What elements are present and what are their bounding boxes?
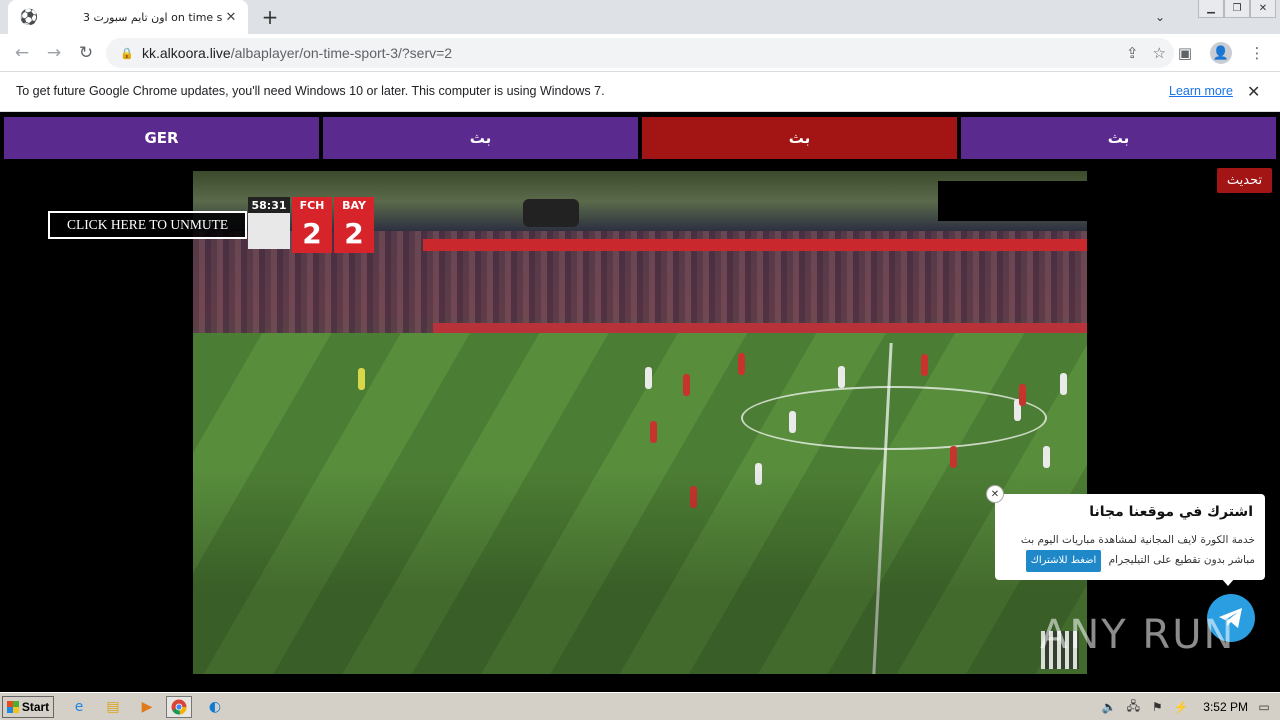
server-button-ger[interactable]: GER <box>4 117 319 159</box>
learn-more-link[interactable]: Learn more <box>1169 84 1233 98</box>
show-desktop-icon[interactable]: ▭ <box>1256 699 1272 715</box>
player <box>683 374 690 396</box>
kebab-menu-icon[interactable]: ⋮ <box>1246 42 1268 64</box>
away-team-abbr: BAY <box>342 198 366 212</box>
player <box>645 367 652 389</box>
player <box>738 353 745 375</box>
server-button-2-active[interactable]: بث <box>642 117 957 159</box>
profile-avatar-icon[interactable]: 👤 <box>1210 42 1232 64</box>
browser-tab[interactable]: ⚽ اون تايم سبورت 3 on time sport ✕ <box>8 0 248 34</box>
player <box>1060 373 1067 395</box>
home-team-score: FCH 2 <box>292 197 332 253</box>
subscribe-popup: ✕ اشترك في موقعنا مجانا خدمة الكورة لايف… <box>986 485 1265 586</box>
tab-title: اون تايم سبورت 3 on time sport <box>83 10 222 24</box>
home-goals: 2 <box>302 216 322 250</box>
anyrun-watermark: ANY RUN <box>1040 612 1235 658</box>
new-tab-button[interactable]: + <box>258 5 282 29</box>
video-player[interactable]: 58:31 FCH 2 BAY 2 <box>193 171 1087 674</box>
server-button-1[interactable]: بث <box>323 117 638 159</box>
page-content: GER بث بث بث تحديث 58:31 FCH 2 BAY 2 CLI… <box>0 112 1280 692</box>
subscribe-button[interactable]: اضغط للاشتراك <box>1025 550 1102 572</box>
url-text: kk.alkoora.live/albaplayer/on-time-sport… <box>142 45 453 61</box>
media-player-icon[interactable]: ▶ <box>134 696 160 718</box>
home-team-abbr: FCH <box>299 198 325 212</box>
away-goals: 2 <box>344 216 364 250</box>
power-icon[interactable]: ⚡ <box>1173 699 1189 715</box>
soccer-ball-icon: ⚽ <box>19 8 39 26</box>
forward-arrow-icon[interactable]: → <box>42 42 66 64</box>
share-icon[interactable]: ⇪ <box>1126 44 1139 62</box>
player <box>789 411 796 433</box>
stand-banner <box>423 239 1087 251</box>
minimize-icon[interactable]: ▁ <box>1198 0 1224 18</box>
scoreboard: 58:31 FCH 2 BAY 2 <box>248 197 374 253</box>
volume-icon[interactable]: 🔈 <box>1101 699 1117 715</box>
close-window-icon[interactable]: ✕ <box>1250 0 1276 18</box>
popup-close-icon[interactable]: ✕ <box>986 485 1004 503</box>
pitch-shadow <box>193 471 1087 674</box>
infobar-message: To get future Google Chrome updates, you… <box>16 84 605 98</box>
restore-icon[interactable]: ❐ <box>1224 0 1250 18</box>
action-center-flag-icon[interactable]: ⚑ <box>1149 699 1165 715</box>
match-time: 58:31 <box>248 197 290 213</box>
popup-title: اشترك في موقعنا مجانا <box>1089 504 1253 520</box>
network-icon[interactable]: 🖧 <box>1125 699 1141 715</box>
windows-logo-icon <box>6 701 19 713</box>
player <box>650 421 657 443</box>
player <box>1019 384 1026 406</box>
player <box>921 354 928 376</box>
tab-search-chevron-icon[interactable]: ⌄ <box>1150 8 1170 26</box>
back-arrow-icon[interactable]: ← <box>10 42 34 64</box>
away-team-score: BAY 2 <box>334 197 374 253</box>
browser-toolbar: ← → ↻ 🔒 kk.alkoora.live/albaplayer/on-ti… <box>0 34 1280 72</box>
infobar-close-icon[interactable]: ✕ <box>1247 82 1260 101</box>
side-panel-icon[interactable]: ▣ <box>1174 42 1196 64</box>
chrome-taskbar-icon[interactable] <box>166 696 192 718</box>
taskbar-clock[interactable]: 3:52 PM <box>1203 700 1248 714</box>
player <box>950 446 957 468</box>
player <box>838 366 845 388</box>
address-bar[interactable]: 🔒 kk.alkoora.live/albaplayer/on-time-spo… <box>106 38 1174 68</box>
lock-icon[interactable]: 🔒 <box>120 47 134 60</box>
player <box>358 368 365 390</box>
system-tray: 🔈 🖧 ⚑ ⚡ 3:52 PM ▭ <box>1101 695 1280 719</box>
chrome-icon <box>171 699 187 715</box>
window-controls: ▁ ❐ ✕ <box>1198 0 1276 18</box>
refresh-button[interactable]: تحديث <box>1217 168 1272 193</box>
edge-icon[interactable]: ◐ <box>202 696 228 718</box>
reload-icon[interactable]: ↻ <box>74 42 98 64</box>
server-button-3[interactable]: بث <box>961 117 1276 159</box>
start-label: Start <box>21 700 50 714</box>
popup-description: خدمة الكورة لايف المجانية لمشاهدة مباريا… <box>1005 530 1255 572</box>
center-circle <box>741 386 1047 450</box>
player <box>1043 446 1050 468</box>
unmute-button[interactable]: CLICK HERE TO UNMUTE <box>48 211 247 239</box>
tab-close-icon[interactable]: ✕ <box>222 8 240 26</box>
tab-strip: ⚽ اون تايم سبورت 3 on time sport ✕ + ⌄ ▁… <box>0 0 1280 34</box>
bookmark-star-icon[interactable]: ☆ <box>1153 44 1166 62</box>
popup-tail <box>1221 578 1235 586</box>
match-clock: 58:31 <box>248 197 290 249</box>
file-explorer-icon[interactable]: ▤ <box>100 696 126 718</box>
update-infobar: To get future Google Chrome updates, you… <box>0 72 1280 112</box>
camera-rig <box>523 199 579 227</box>
watermark-text: ANY RUN <box>1040 612 1236 658</box>
overlay-box <box>938 181 1087 221</box>
internet-explorer-icon[interactable]: e <box>66 696 92 718</box>
windows-taskbar: Start e ▤ ▶ ◐ 🔈 🖧 ⚑ ⚡ 3:52 PM ▭ <box>0 692 1280 720</box>
start-button[interactable]: Start <box>2 696 54 718</box>
